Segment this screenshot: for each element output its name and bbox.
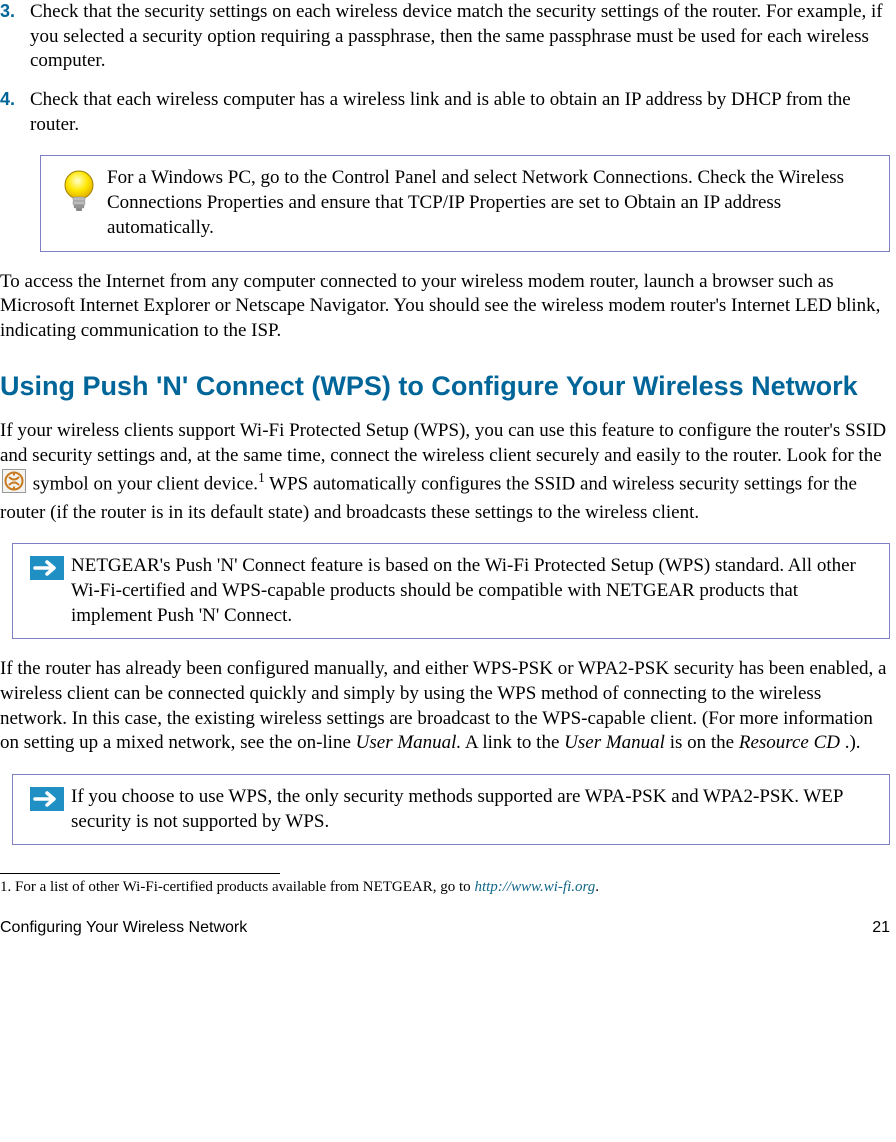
step-4: 4. Check that each wireless computer has…	[0, 88, 890, 137]
paragraph-internet-access: To access the Internet from any computer…	[0, 270, 890, 344]
step-3: 3. Check that the security settings on e…	[0, 0, 890, 74]
arrow-icon	[23, 785, 71, 811]
footnote-1-text: 1. For a list of other Wi-Fi-certified p…	[0, 879, 474, 895]
para2-c: is on the	[670, 732, 739, 753]
footer-section-title: Configuring Your Wireless Network	[0, 918, 247, 939]
tip-box-1: For a Windows PC, go to the Control Pane…	[40, 155, 890, 251]
footnote-1-link[interactable]: http://www.wi-fi.org	[474, 879, 595, 895]
note-2-text: If you choose to use WPS, the only secur…	[71, 785, 875, 834]
para2-user-manual-1: User Manual.	[356, 732, 462, 753]
wps-symbol-icon	[2, 469, 26, 501]
lightbulb-icon	[51, 166, 107, 214]
paragraph-wps-intro: If your wireless clients support Wi-Fi P…	[0, 419, 890, 525]
step-3-number: 3.	[0, 0, 30, 74]
para2-b: A link to the	[465, 732, 564, 753]
step-4-number: 4.	[0, 88, 30, 137]
para2-resource-cd: Resource CD	[739, 732, 840, 753]
wps-intro-part-b: symbol on your client device.	[33, 473, 258, 494]
paragraph-manual-config: If the router has already been configure…	[0, 657, 890, 756]
page-footer: Configuring Your Wireless Network 21	[0, 918, 890, 939]
arrow-icon	[23, 554, 71, 580]
wps-intro-part-a: If your wireless clients support Wi-Fi P…	[0, 420, 886, 466]
tip-1-text: For a Windows PC, go to the Control Pane…	[107, 166, 875, 240]
note-box-1: NETGEAR's Push 'N' Connect feature is ba…	[12, 543, 890, 639]
para2-user-manual-2: User Manual	[564, 732, 665, 753]
footer-page-number: 21	[872, 918, 890, 939]
step-4-text: Check that each wireless computer has a …	[30, 88, 890, 137]
footnote-rule	[0, 873, 280, 874]
step-3-text: Check that the security settings on each…	[30, 0, 890, 74]
section-heading-wps: Using Push 'N' Connect (WPS) to Configur…	[0, 370, 890, 404]
para2-d: .).	[845, 732, 861, 753]
footnote-1-dot: .	[595, 879, 599, 895]
footnote-ref-1: 1	[258, 470, 265, 485]
note-1-text: NETGEAR's Push 'N' Connect feature is ba…	[71, 554, 875, 628]
note-box-2: If you choose to use WPS, the only secur…	[12, 774, 890, 845]
footnote-1: 1. For a list of other Wi-Fi-certified p…	[0, 878, 890, 898]
